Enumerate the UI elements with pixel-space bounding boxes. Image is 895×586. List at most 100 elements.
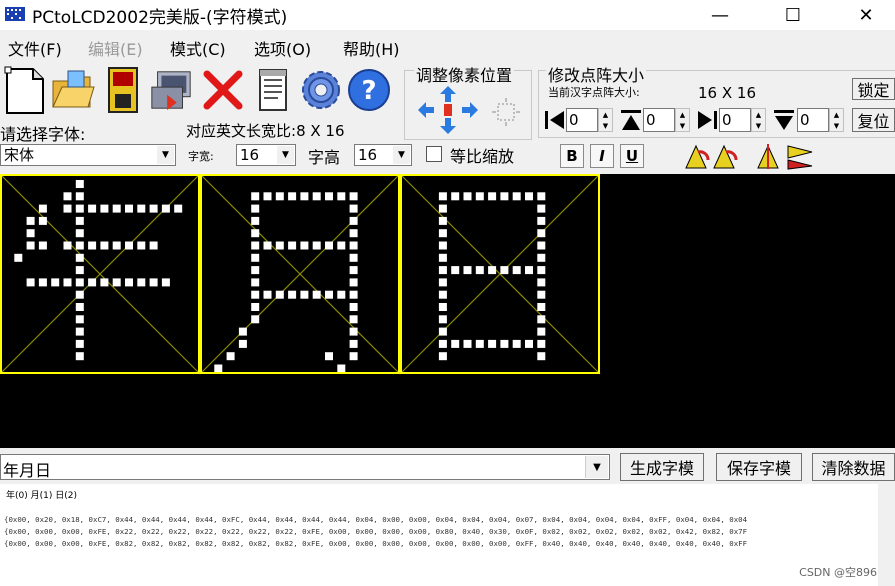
glyph-pixel [349,229,358,238]
import-image-icon [151,71,191,111]
glyph-pixel [537,241,546,250]
maximize-button[interactable]: ☐ [770,0,816,30]
left-spin-value[interactable]: 0 [566,108,598,132]
output-area[interactable]: 年(0) 月(1) 日(2) {0x00, 0x20, 0x18, 0xC7, … [0,484,895,586]
glyph-pixel [275,192,284,201]
height-select[interactable]: 16 ▼ [354,144,412,166]
glyph-pixel [349,303,358,311]
glyph-cell[interactable] [399,174,601,375]
glyph-pixel [251,241,260,250]
glyph-pixel [137,241,146,250]
glyph-pixel [75,315,84,324]
left-spin-buttons[interactable]: ▲ ▼ [598,108,613,132]
open-folder-icon [52,70,95,108]
glyph-pixel [537,290,546,299]
glyph-cell[interactable] [199,174,401,375]
glyph-pixel [349,216,358,225]
glyph-pixel [438,253,447,262]
width-label: 字宽: [188,150,214,163]
glyph-pixel [512,339,521,348]
clear-data-button[interactable]: 清除数据 [812,453,895,481]
glyph-pixel [438,327,447,336]
glyph-preview[interactable] [0,174,895,448]
glyph-pixel [63,241,72,250]
adjust-pixel-title: 调整像素位置 [414,62,515,86]
bottom-spin-value[interactable]: 0 [797,108,829,132]
center-pixel-icon[interactable] [492,98,520,126]
menu-options[interactable]: 选项(O) [254,36,311,60]
chevron-down-icon: ▼ [157,146,174,164]
glyph-pixel [288,290,297,299]
glyph-pixel [251,266,260,275]
close-button[interactable]: ✕ [843,0,889,30]
glyph-canvas[interactable] [0,174,895,448]
glyph-pixel [63,278,72,287]
glyph-pixel [500,339,509,348]
top-edge-icon[interactable] [620,108,642,132]
glyph-pixel [174,204,183,213]
save-font-button[interactable]: 保存字模 [716,453,802,481]
bold-button[interactable]: B [560,144,584,168]
glyph-pixel [263,241,272,250]
minimize-button[interactable]: — [697,0,743,30]
rotate-right-icon [713,144,738,169]
glyph-pixel [463,266,472,275]
left-edge-icon[interactable] [544,108,566,132]
open-button[interactable] [50,64,96,116]
bottom-edge-icon[interactable] [773,108,795,132]
generate-button[interactable]: 生成字模 [620,453,704,481]
glyph-pixel [125,241,133,250]
underline-button[interactable]: U [620,144,644,168]
glyph-pixel [75,352,84,361]
chevron-down-icon: ▼ [393,146,410,164]
new-file-button[interactable] [2,64,48,116]
output-scrollbar[interactable] [878,484,895,586]
svg-text:?: ? [361,76,376,106]
flip-buttons[interactable] [756,142,816,170]
close-icon: ✕ [858,4,874,26]
glyph-pixel [537,216,546,225]
glyph-pixel [438,241,447,250]
save-button[interactable] [100,64,146,116]
menu-help[interactable]: 帮助(H) [343,36,400,60]
glyph-pixel [149,241,158,250]
chevron-down-icon[interactable]: ▼ [585,456,608,478]
proportional-checkbox[interactable] [426,146,442,162]
glyph-pixel [451,339,460,348]
menu-file[interactable]: 文件(F) [8,36,62,60]
glyph-pixel [438,216,447,225]
glyph-pixel [349,266,358,275]
help-button[interactable]: ? [346,64,392,116]
import-image-button[interactable] [148,64,194,116]
menu-edit[interactable]: 编辑(E) [88,36,143,60]
reset-button[interactable]: 复位 [852,108,895,132]
glyph-pixel [112,241,121,250]
glyph-pixel [238,327,247,336]
text-input[interactable]: 年月日 ▼ [0,454,610,480]
glyph-pixel [251,229,260,238]
top-spin-value[interactable]: 0 [643,108,675,132]
glyph-cell[interactable] [0,174,201,375]
right-spin-buttons[interactable]: ▲ ▼ [751,108,766,132]
glyph-pixel [88,278,97,287]
notepad-button[interactable] [250,64,296,116]
glyph-pixel [349,204,358,213]
italic-button[interactable]: I [590,144,614,168]
glyph-pixel [26,278,35,287]
font-select[interactable]: 宋体 ▼ [0,144,176,166]
settings-button[interactable] [298,64,344,116]
right-edge-icon[interactable] [696,108,718,132]
glyph-pixel [26,241,35,250]
minimize-icon: — [711,4,729,26]
bottom-spin-buttons[interactable]: ▲ ▼ [829,108,844,132]
top-spin-buttons[interactable]: ▲ ▼ [675,108,690,132]
lock-button[interactable]: 锁定 [852,78,895,100]
width-select[interactable]: 16 ▼ [236,144,296,166]
menu-mode[interactable]: 模式(C) [170,36,226,60]
output-line: {0x00, 0x20, 0x18, 0xC7, 0x44, 0x44, 0x4… [4,515,748,524]
right-spin-value[interactable]: 0 [719,108,751,132]
glyph-pixel [325,241,333,250]
delete-button[interactable] [200,64,246,116]
rotate-buttons[interactable] [684,142,740,170]
glyph-pixel [300,192,309,201]
